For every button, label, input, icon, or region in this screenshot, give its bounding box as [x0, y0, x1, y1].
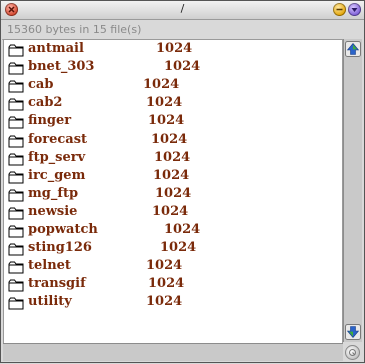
folder-icon — [8, 297, 24, 310]
file-list[interactable]: antmail 1024 bnet_303 1024 cab 1024 cab2 1024 fi… — [3, 39, 343, 344]
file-size: 1024 — [164, 222, 201, 237]
file-row[interactable]: utility 1024 — [8, 294, 338, 312]
minimize-icon — [336, 8, 343, 11]
vertical-scrollbar[interactable] — [343, 39, 362, 342]
title-bar[interactable]: / — [1, 1, 364, 20]
arrow-up-icon[interactable] — [345, 41, 361, 57]
file-size: 1024 — [156, 41, 193, 56]
resize-grip-icon[interactable] — [345, 345, 360, 360]
minimize-button[interactable] — [333, 3, 346, 16]
folder-icon — [8, 243, 24, 256]
status-bar: 15360 bytes in 15 file(s) — [2, 21, 361, 40]
folder-icon — [8, 225, 24, 238]
file-row[interactable]: newsie 1024 — [8, 204, 338, 222]
file-size: 1024 — [153, 167, 190, 183]
file-size: 1024 — [146, 294, 183, 310]
folder-icon — [8, 135, 24, 147]
file-row[interactable]: cab2 1024 — [8, 95, 338, 113]
file-row[interactable]: sting126 1024 — [8, 240, 338, 258]
horizontal-scrollbar[interactable] — [3, 343, 343, 361]
status-text: 15360 bytes in 15 file(s) — [7, 23, 142, 36]
file-name: cab2 — [28, 95, 63, 111]
folder-icon — [8, 80, 24, 93]
file-name: popwatch — [28, 222, 98, 237]
file-size: 1024 — [143, 77, 180, 93]
file-size: 1024 — [146, 95, 183, 111]
file-size: 1024 — [151, 131, 188, 147]
folder-icon — [8, 279, 24, 292]
file-size: 1024 — [152, 203, 189, 219]
folder-icon — [8, 153, 24, 166]
zoom-button[interactable] — [348, 3, 361, 16]
file-name: bnet_303 — [28, 59, 95, 75]
folder-icon — [8, 98, 24, 111]
file-row[interactable]: forecast 1024 — [8, 132, 338, 150]
file-row[interactable]: irc_gem 1024 — [8, 168, 338, 186]
file-size: 1024 — [160, 240, 197, 256]
folder-icon — [8, 116, 24, 129]
folder-icon — [8, 261, 24, 274]
file-name: ftp_serv — [28, 149, 86, 165]
zoom-icon — [351, 8, 358, 12]
file-row[interactable]: finger 1024 — [8, 113, 338, 131]
file-row[interactable]: popwatch 1024 — [8, 222, 338, 240]
file-name: finger — [28, 113, 72, 129]
file-name: mg_ftp — [28, 185, 79, 201]
file-size: 1024 — [146, 258, 183, 274]
file-size: 1024 — [155, 185, 192, 201]
window-title: / — [180, 2, 185, 15]
file-browser-window: / 15360 bytes in 15 file(s) antmail 1024 b… — [0, 0, 365, 363]
file-name: transgif — [28, 276, 86, 292]
file-name: forecast — [28, 131, 88, 147]
folder-icon — [8, 171, 24, 184]
file-size: 1024 — [154, 149, 191, 165]
file-row[interactable]: cab 1024 — [8, 77, 338, 95]
file-name: utility — [28, 294, 72, 310]
file-row[interactable]: bnet_303 1024 — [8, 59, 338, 77]
file-row[interactable]: transgif 1024 — [8, 276, 338, 294]
arrow-down-icon[interactable] — [345, 324, 361, 340]
file-row[interactable]: ftp_serv 1024 — [8, 150, 338, 168]
file-size: 1024 — [164, 59, 201, 75]
folder-icon — [8, 189, 24, 202]
file-name: sting126 — [28, 240, 92, 256]
folder-icon — [8, 62, 24, 75]
folder-icon — [8, 207, 24, 220]
file-row[interactable]: antmail 1024 — [8, 41, 338, 59]
file-size: 1024 — [148, 276, 185, 292]
file-name: antmail — [28, 41, 84, 56]
file-name: cab — [28, 77, 54, 93]
folder-icon — [8, 44, 24, 57]
file-name: irc_gem — [28, 167, 86, 183]
file-name: telnet — [28, 258, 71, 274]
file-row[interactable]: telnet 1024 — [8, 258, 338, 276]
file-size: 1024 — [148, 113, 185, 129]
file-name: newsie — [28, 203, 78, 219]
file-row[interactable]: mg_ftp 1024 — [8, 186, 338, 204]
